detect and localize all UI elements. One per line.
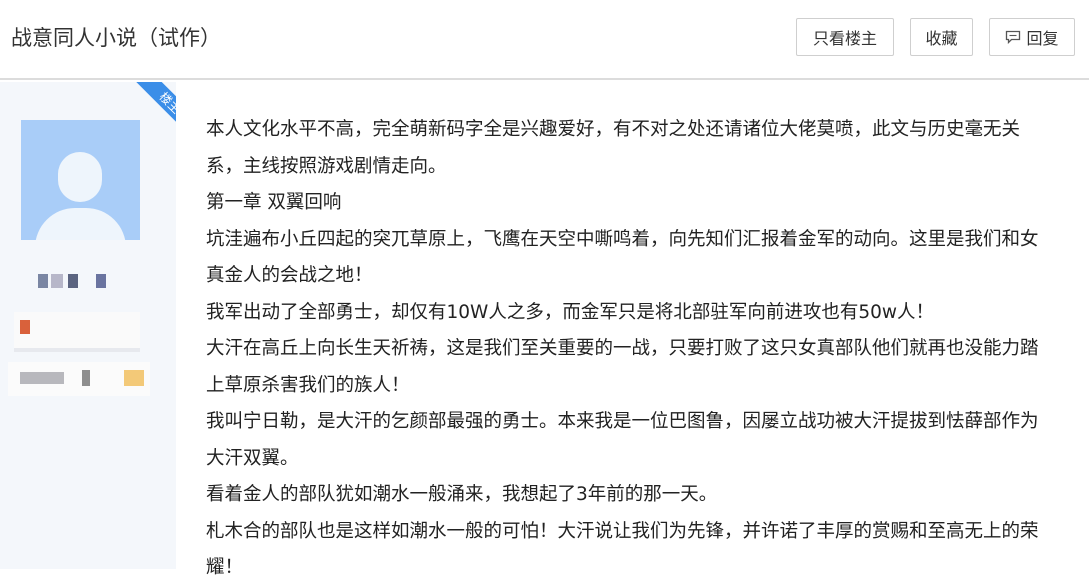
level-badge-blurred <box>8 362 150 396</box>
comment-icon <box>1006 30 1021 44</box>
rank-badge-blurred <box>14 312 140 352</box>
author-sidebar: 楼主 <box>0 82 176 569</box>
post-paragraph: 本人文化水平不高，完全萌新码字全是兴趣爱好，有不对之处还请诸位大佬莫喷，此文与历… <box>206 119 1021 177</box>
thread-header: 战意同人小说（试作） 只看楼主 收藏 回复 <box>0 0 1089 80</box>
favorite-button[interactable]: 收藏 <box>910 18 973 56</box>
post-paragraph: 第一章 双翼回响 <box>206 192 342 213</box>
post-paragraph: 我军出动了全部勇士，却仅有10W人之多，而金军只是将北部驻军向前进攻也有50w人… <box>206 301 935 323</box>
reply-button[interactable]: 回复 <box>989 18 1075 56</box>
post-paragraph: 我叫宁日勒，是大汗的乞颜部最强的勇士。本来我是一位巴图鲁，因屡立战功被大汗提拔到… <box>206 411 1039 469</box>
avatar[interactable] <box>21 120 140 240</box>
post-paragraph: 札木合的部队也是这样如潮水一般的可怕！大汗说让我们为先锋，并许诺了丰厚的赏赐和至… <box>206 520 1039 579</box>
post-paragraph: 看着金人的部队犹如潮水一般涌来，我想起了3年前的那一天。 <box>206 484 718 505</box>
post-paragraph: 大汗在高丘上向长生天祈祷，这是我们至关重要的一战，只要打败了这只女真部队他们就再… <box>206 338 1039 396</box>
avatar-shoulders <box>35 208 126 240</box>
post-content: 本人文化水平不高，完全萌新码字全是兴趣爱好，有不对之处还请诸位大佬莫喷，此文与历… <box>206 112 1056 587</box>
post-paragraph: 坑洼遍布小丘四起的突兀草原上，飞鹰在天空中嘶鸣着，向先知们汇报着金军的动向。这里… <box>206 228 1039 287</box>
thread-title: 战意同人小说（试作） <box>11 26 221 50</box>
avatar-head <box>58 152 102 202</box>
only-op-button[interactable]: 只看楼主 <box>796 18 894 56</box>
username-blurred[interactable] <box>38 272 112 290</box>
reply-label: 回复 <box>1026 29 1059 48</box>
